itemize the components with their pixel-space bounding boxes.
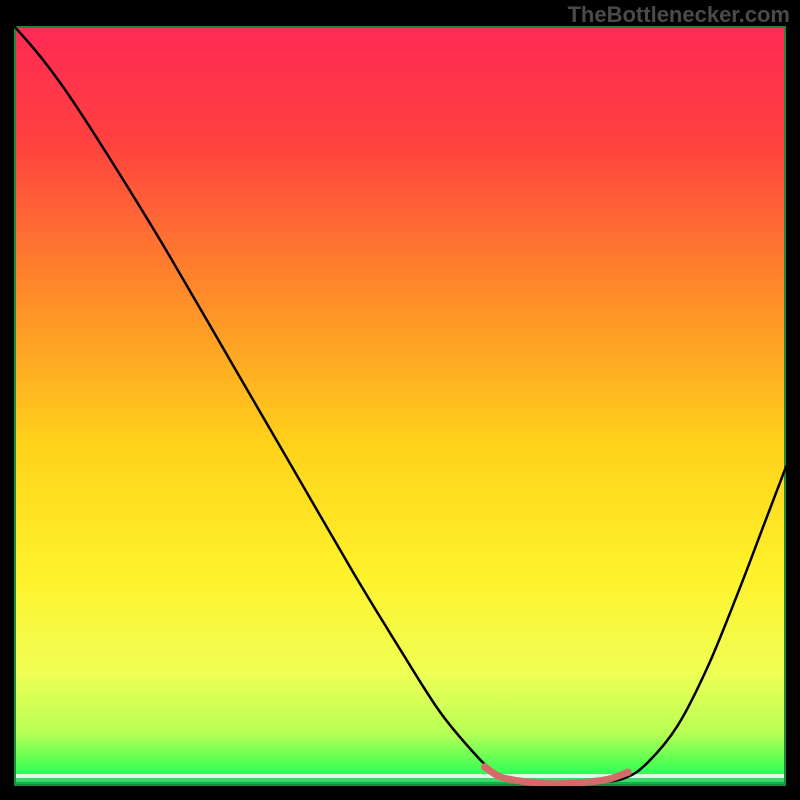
attribution-label: TheBottlenecker.com — [567, 2, 790, 28]
highlight-endpoint — [481, 763, 489, 771]
chart-container: TheBottlenecker.com — [0, 0, 800, 800]
highlight-dot — [582, 779, 588, 785]
chart-svg — [14, 26, 786, 786]
highlight-endpoint — [624, 768, 632, 776]
plot-area — [14, 26, 786, 786]
highlight-dot — [520, 778, 526, 784]
gradient-background — [14, 26, 786, 786]
